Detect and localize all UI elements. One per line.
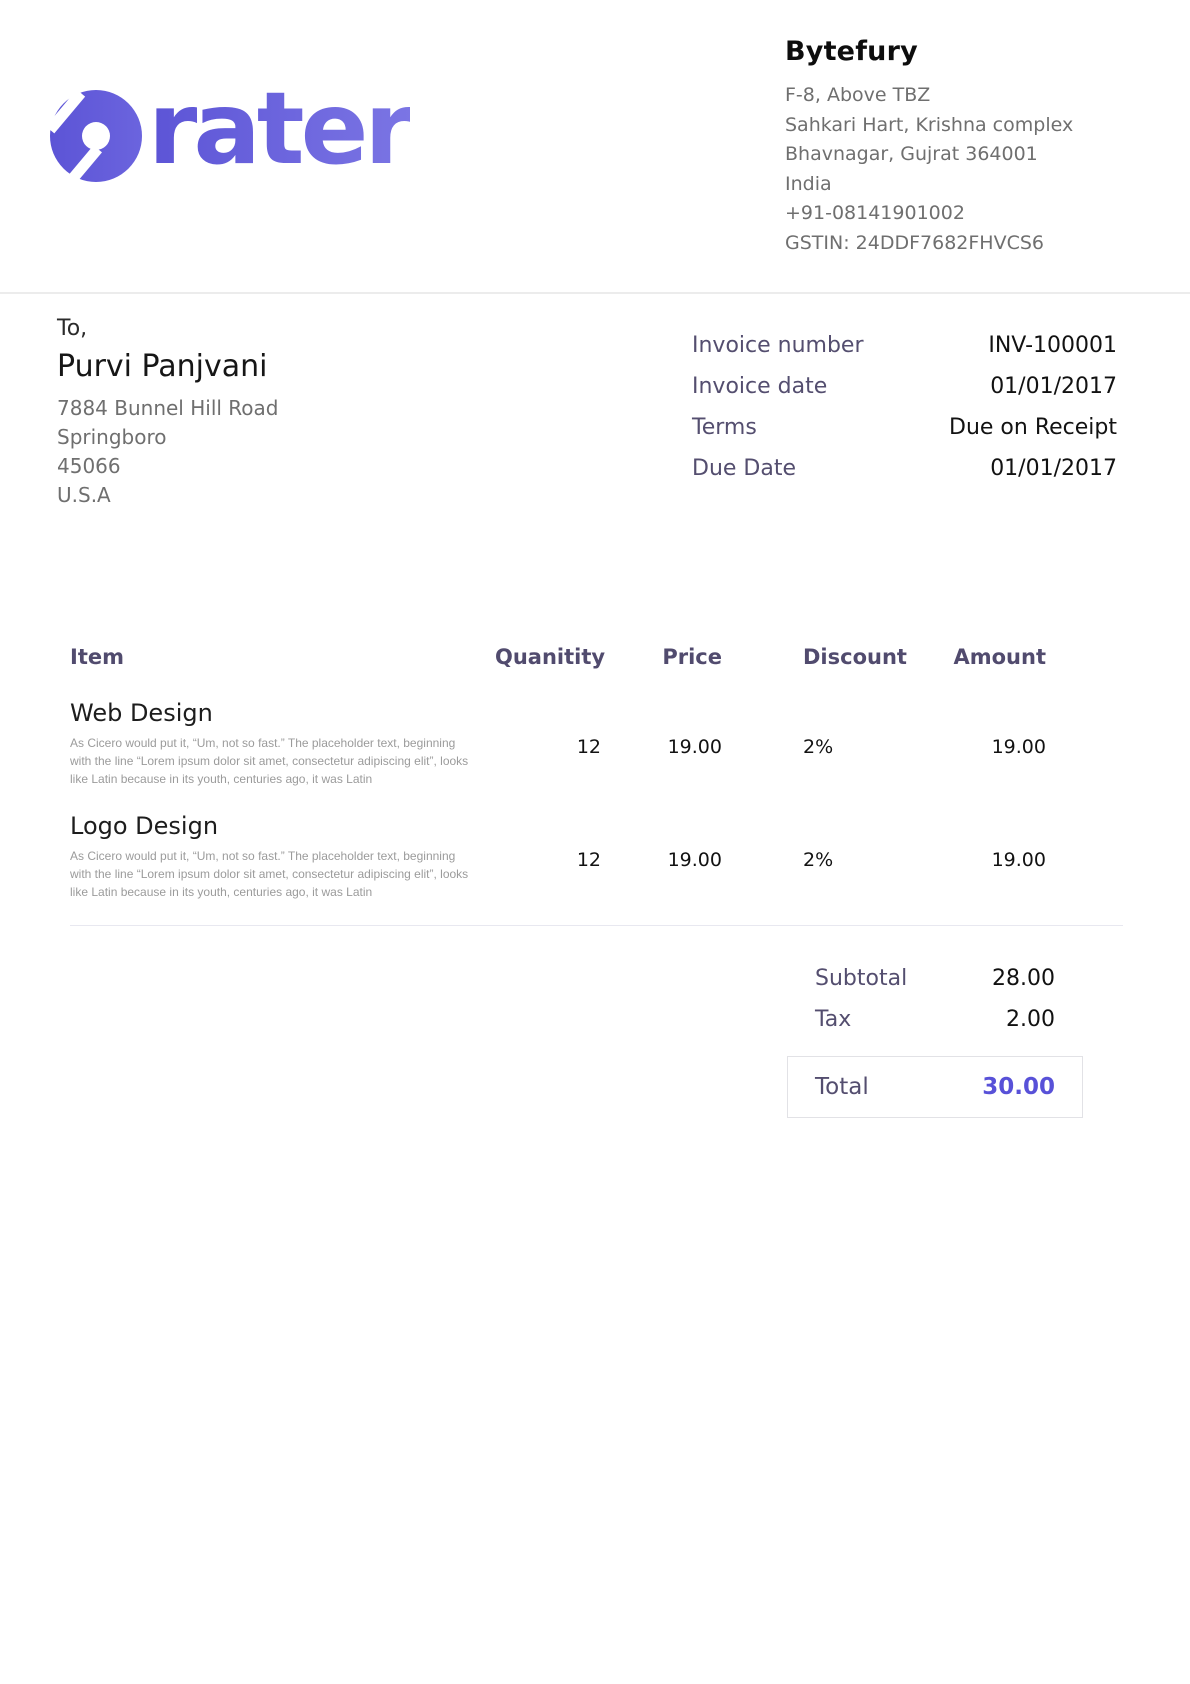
column-header-discount: Discount [722, 645, 901, 669]
company-address-line: Bhavnagar, Gujrat 364001 [785, 140, 1073, 170]
item-description-line: As Cicero would put it, “Um, not so fast… [70, 847, 495, 865]
invoice-header: rater Bytefury F-8, Above TBZ Sahkari Ha… [0, 0, 1190, 294]
subtotal-value: 28.00 [992, 966, 1055, 991]
items-divider [70, 925, 1123, 926]
crater-logo-icon [48, 88, 144, 184]
item-amount: 19.00 [901, 812, 1123, 871]
totals-section: Subtotal 28.00 Tax 2.00 Total 30.00 [787, 966, 1083, 1118]
invoice-date-value: 01/01/2017 [990, 374, 1117, 399]
column-header-amount: Amount [901, 645, 1123, 669]
tax-value: 2.00 [1006, 1007, 1055, 1032]
customer-address-line: Springboro [57, 423, 278, 452]
total-box: Total 30.00 [787, 1056, 1083, 1118]
invoice-date-row: Invoice date 01/01/2017 [692, 374, 1117, 399]
invoice-number-value: INV-100001 [988, 333, 1117, 358]
item-description: As Cicero would put it, “Um, not so fast… [70, 847, 495, 901]
crater-c-glyph [48, 88, 144, 184]
items-table-header: Item Quanitity Price Discount Amount [70, 645, 1123, 669]
item-quantity: 12 [495, 812, 601, 871]
company-name: Bytefury [785, 36, 1073, 67]
bill-to-label: To, [57, 316, 278, 341]
crater-logo: rater [48, 74, 410, 184]
customer-address-line: U.S.A [57, 481, 278, 510]
due-date-value: 01/01/2017 [990, 456, 1117, 481]
customer-address-line: 7884 Bunnel Hill Road [57, 394, 278, 423]
items-table: Item Quanitity Price Discount Amount Web… [70, 645, 1123, 1118]
item-quantity: 12 [495, 699, 601, 758]
invoice-date-label: Invoice date [692, 374, 827, 399]
column-header-item: Item [70, 645, 495, 669]
table-row: Logo Design As Cicero would put it, “Um,… [70, 812, 1123, 901]
item-cell: Logo Design As Cicero would put it, “Um,… [70, 812, 495, 901]
bill-to-block: To, Purvi Panjvani 7884 Bunnel Hill Road… [57, 316, 278, 510]
item-price: 19.00 [601, 812, 722, 871]
due-date-label: Due Date [692, 456, 796, 481]
company-address-line: Sahkari Hart, Krishna complex [785, 111, 1073, 141]
item-name: Web Design [70, 699, 495, 727]
item-cell: Web Design As Cicero would put it, “Um, … [70, 699, 495, 788]
terms-row: Terms Due on Receipt [692, 415, 1117, 440]
item-description: As Cicero would put it, “Um, not so fast… [70, 734, 495, 788]
total-label: Total [815, 1074, 869, 1100]
column-header-price: Price [601, 645, 722, 669]
subtotal-row: Subtotal 28.00 [787, 966, 1083, 991]
terms-value: Due on Receipt [949, 415, 1117, 440]
terms-label: Terms [692, 415, 757, 440]
customer-name: Purvi Panjvani [57, 349, 278, 384]
billing-section: To, Purvi Panjvani 7884 Bunnel Hill Road… [0, 294, 1190, 510]
invoice-number-row: Invoice number INV-100001 [692, 333, 1117, 358]
customer-address-line: 45066 [57, 452, 278, 481]
item-description-line: with the line “Lorem ipsum dolor sit ame… [70, 865, 495, 883]
company-address: F-8, Above TBZ Sahkari Hart, Krishna com… [785, 81, 1073, 258]
total-value: 30.00 [982, 1074, 1055, 1100]
item-amount: 19.00 [901, 699, 1123, 758]
item-discount: 2% [722, 812, 901, 871]
item-description-line: like Latin because in its youth, centuri… [70, 770, 495, 788]
column-header-quantity: Quanitity [495, 645, 601, 669]
item-description-line: with the line “Lorem ipsum dolor sit ame… [70, 752, 495, 770]
subtotal-label: Subtotal [815, 966, 907, 991]
company-block: Bytefury F-8, Above TBZ Sahkari Hart, Kr… [785, 36, 1073, 258]
invoice-number-label: Invoice number [692, 333, 864, 358]
item-discount: 2% [722, 699, 901, 758]
due-date-row: Due Date 01/01/2017 [692, 456, 1117, 481]
tax-row: Tax 2.00 [787, 1007, 1083, 1032]
company-phone: +91-08141901002 [785, 199, 1073, 229]
table-row: Web Design As Cicero would put it, “Um, … [70, 699, 1123, 788]
company-address-line: F-8, Above TBZ [785, 81, 1073, 111]
item-name: Logo Design [70, 812, 495, 840]
item-price: 19.00 [601, 699, 722, 758]
company-address-line: India [785, 170, 1073, 200]
tax-label: Tax [815, 1007, 851, 1032]
invoice-meta: Invoice number INV-100001 Invoice date 0… [692, 316, 1117, 510]
company-gstin: GSTIN: 24DDF7682FHVCS6 [785, 229, 1073, 259]
item-description-line: As Cicero would put it, “Um, not so fast… [70, 734, 495, 752]
crater-logo-text: rater [148, 79, 410, 179]
item-description-line: like Latin because in its youth, centuri… [70, 883, 495, 901]
